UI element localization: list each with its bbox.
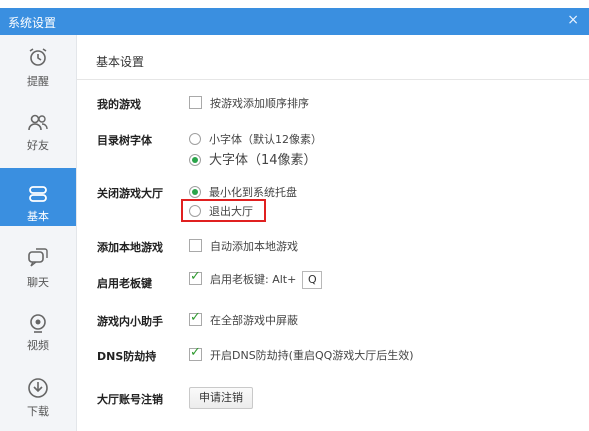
chat-bubble-icon <box>28 248 48 267</box>
boss-key-label: 启用老板键 <box>97 277 152 290</box>
highlight-box <box>181 199 266 222</box>
tree-font-large-label: 大字体（14像素） <box>209 153 317 168</box>
close-lobby-label: 关闭游戏大厅 <box>97 187 163 200</box>
add-local-option[interactable]: 自动添加本地游戏 <box>189 238 298 254</box>
settings-content: 基本设置 我的游戏 按游戏添加顺序排序 目录树字体 小字体（默认12像素） 大字… <box>77 35 589 431</box>
sidebar-item-label: 提醒 <box>27 75 49 88</box>
add-local-label: 添加本地游戏 <box>97 241 163 254</box>
top-strip <box>0 0 589 8</box>
dns-label: DNS防劫持 <box>97 350 157 363</box>
tree-font-small-option[interactable]: 小字体（默认12像素） <box>189 131 322 147</box>
boss-key-input[interactable]: Q <box>302 271 323 289</box>
in-game-helper-checkbox[interactable] <box>189 310 202 326</box>
sidebar-item-label: 视频 <box>27 339 49 352</box>
boss-key-checkbox[interactable] <box>189 269 202 285</box>
my-games-option-label: 按游戏添加顺序排序 <box>210 97 309 110</box>
account-cancel-label: 大厅账号注销 <box>97 393 163 406</box>
alarm-clock-icon <box>29 48 47 66</box>
boss-key-option[interactable]: 启用老板键: Alt+ Q <box>189 269 323 289</box>
in-game-helper-option-label: 在全部游戏中屏蔽 <box>210 314 298 327</box>
sidebar-item-chat[interactable]: 聊天 <box>0 240 76 298</box>
tree-font-small-radio[interactable] <box>189 133 201 145</box>
boss-key-option-label: 启用老板键: Alt+ <box>210 273 297 286</box>
sidebar-item-reminder[interactable]: 提醒 <box>0 35 76 93</box>
apply-cancel-button[interactable]: 申请注销 <box>189 387 253 409</box>
sidebar-item-basic[interactable]: 基本 <box>0 168 76 226</box>
add-local-checkbox[interactable] <box>189 239 202 252</box>
close-lobby-minimize-label: 最小化到系统托盘 <box>209 186 297 199</box>
my-games-label: 我的游戏 <box>97 98 141 111</box>
dns-option-label: 开启DNS防劫持(重启QQ游戏大厅后生效) <box>210 349 414 362</box>
my-games-option[interactable]: 按游戏添加顺序排序 <box>189 95 309 111</box>
dns-checkbox[interactable] <box>189 345 202 361</box>
add-local-option-label: 自动添加本地游戏 <box>210 240 298 253</box>
sidebar: 提醒 好友 基本 聊天 视频 下载 <box>0 35 77 431</box>
divider <box>77 79 589 80</box>
download-icon <box>28 378 48 398</box>
tree-font-large-radio[interactable] <box>189 154 201 166</box>
sidebar-item-download[interactable]: 下载 <box>0 370 76 428</box>
sidebar-item-label: 好友 <box>27 139 49 152</box>
friends-icon <box>28 114 48 131</box>
close-lobby-minimize-radio[interactable] <box>189 186 201 198</box>
sidebar-item-friends[interactable]: 好友 <box>0 103 76 161</box>
section-title: 基本设置 <box>96 55 145 69</box>
dns-option[interactable]: 开启DNS防劫持(重启QQ游戏大厅后生效) <box>189 345 414 363</box>
tree-font-large-option[interactable]: 大字体（14像素） <box>189 149 317 168</box>
camera-icon <box>30 314 46 333</box>
title-bar: 系统设置 × <box>0 8 589 35</box>
in-game-helper-option[interactable]: 在全部游戏中屏蔽 <box>189 310 298 328</box>
tree-font-label: 目录树字体 <box>97 134 152 147</box>
settings-window: 系统设置 × 提醒 好友 基本 聊天 视频 下载 基本设置 我的游戏 按游戏添加… <box>0 0 589 431</box>
window-title: 系统设置 <box>8 16 57 30</box>
sidebar-item-label: 聊天 <box>27 276 49 289</box>
close-lobby-minimize-option[interactable]: 最小化到系统托盘 <box>189 184 297 200</box>
in-game-helper-label: 游戏内小助手 <box>97 315 163 328</box>
close-icon[interactable]: × <box>567 12 579 28</box>
my-games-checkbox[interactable] <box>189 96 202 109</box>
basic-settings-icon <box>29 186 47 202</box>
sidebar-item-video[interactable]: 视频 <box>0 307 76 365</box>
sidebar-item-label: 下载 <box>27 405 49 418</box>
sidebar-item-label: 基本 <box>27 210 49 223</box>
tree-font-small-label: 小字体（默认12像素） <box>209 133 322 146</box>
